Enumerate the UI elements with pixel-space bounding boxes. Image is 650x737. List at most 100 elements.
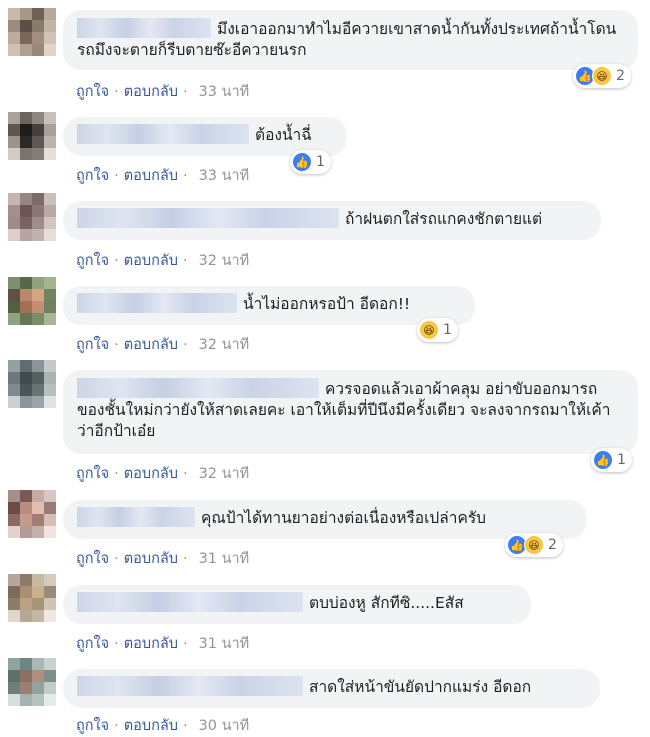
avatar-pixel	[8, 124, 20, 136]
avatar-pixel	[8, 670, 20, 682]
reaction-summary[interactable]: 👍 1	[591, 448, 632, 472]
like-link[interactable]: ถูกใจ	[76, 466, 109, 482]
like-link[interactable]: ถูกใจ	[76, 636, 109, 652]
separator: ·	[114, 551, 119, 567]
avatar-pixel	[8, 44, 20, 56]
blurred-author-name[interactable]	[77, 592, 303, 612]
avatar-pixel	[44, 574, 56, 586]
comment-time[interactable]: 32 นาที	[199, 253, 250, 269]
avatar-pixel	[44, 112, 56, 124]
avatar-pixel	[44, 694, 56, 706]
avatar-pixel	[8, 313, 20, 325]
comment-time[interactable]: 31 นาที	[199, 636, 250, 652]
avatar-pixel	[8, 277, 20, 289]
blurred-author-name[interactable]	[77, 507, 195, 527]
reply-link[interactable]: ตอบกลับ	[124, 718, 178, 734]
avatar-pixel	[32, 289, 44, 301]
blurred-author-name[interactable]	[77, 378, 319, 398]
avatar[interactable]	[8, 277, 56, 325]
avatar-pixel	[32, 682, 44, 694]
reply-link[interactable]: ตอบกลับ	[124, 636, 178, 652]
avatar-pixel	[32, 313, 44, 325]
comment-actions: ถูกใจ · ตอบกลับ · 31 นาที	[76, 632, 249, 655]
reply-link[interactable]: ตอบกลับ	[124, 466, 178, 482]
like-link[interactable]: ถูกใจ	[76, 551, 109, 567]
reaction-summary[interactable]: 👍 😆 2	[505, 533, 563, 557]
like-link[interactable]: ถูกใจ	[76, 168, 109, 184]
comment-time[interactable]: 30 นาที	[199, 718, 250, 734]
avatar-pixel	[32, 20, 44, 32]
avatar-pixel	[44, 44, 56, 56]
separator: ·	[114, 168, 119, 184]
avatar-pixel	[8, 148, 20, 160]
avatar-pixel	[8, 360, 20, 372]
separator: ·	[182, 718, 188, 734]
avatar-pixel	[20, 384, 32, 396]
avatar-pixel	[44, 384, 56, 396]
comment-time[interactable]: 33 นาที	[199, 84, 250, 100]
comment-time[interactable]: 32 นาที	[199, 466, 250, 482]
blurred-author-name[interactable]	[77, 124, 249, 144]
avatar-pixel	[8, 229, 20, 241]
comment-time[interactable]: 33 นาที	[199, 168, 250, 184]
avatar[interactable]	[8, 193, 56, 241]
avatar-pixel	[32, 372, 44, 384]
avatar[interactable]	[8, 658, 56, 706]
reply-link[interactable]: ตอบกลับ	[124, 253, 178, 269]
avatar-pixel	[20, 32, 32, 44]
separator: ·	[114, 466, 119, 482]
haha-icon: 😆	[419, 320, 439, 340]
comment-bubble: มึงเอาออกมาทำไมอีควายเขาสาดน้ำกันทั้งประ…	[63, 10, 638, 70]
avatar-pixel	[20, 124, 32, 136]
blurred-author-name[interactable]	[77, 18, 211, 38]
like-link[interactable]: ถูกใจ	[76, 337, 109, 353]
avatar-pixel	[20, 313, 32, 325]
reaction-summary[interactable]: 👍 😆 2	[573, 64, 631, 88]
avatar-pixel	[44, 148, 56, 160]
avatar[interactable]	[8, 360, 56, 408]
avatar-pixel	[32, 598, 44, 610]
comment-time[interactable]: 32 นาที	[199, 337, 250, 353]
reaction-count: 1	[443, 322, 452, 338]
avatar-pixel	[20, 574, 32, 586]
avatar-pixel	[20, 490, 32, 502]
separator: ·	[114, 636, 119, 652]
avatar-pixel	[44, 301, 56, 313]
avatar-pixel	[44, 205, 56, 217]
reply-link[interactable]: ตอบกลับ	[124, 337, 178, 353]
avatar-pixel	[44, 20, 56, 32]
avatar-pixel	[32, 526, 44, 538]
avatar[interactable]	[8, 8, 56, 56]
comment-actions: ถูกใจ · ตอบกลับ · 31 นาที	[76, 547, 249, 570]
avatar-pixel	[32, 8, 44, 20]
avatar-pixel	[20, 148, 32, 160]
avatar-pixel	[8, 384, 20, 396]
avatar[interactable]	[8, 490, 56, 538]
reaction-summary[interactable]: 👍 1	[290, 150, 331, 174]
reaction-summary[interactable]: 😆 1	[417, 318, 458, 342]
separator: ·	[114, 84, 119, 100]
reply-link[interactable]: ตอบกลับ	[124, 84, 178, 100]
avatar-pixel	[32, 217, 44, 229]
reply-link[interactable]: ตอบกลับ	[124, 551, 178, 567]
avatar[interactable]	[8, 112, 56, 160]
reply-link[interactable]: ตอบกลับ	[124, 168, 178, 184]
avatar-pixel	[8, 136, 20, 148]
avatar-pixel	[32, 44, 44, 56]
avatar-pixel	[20, 598, 32, 610]
avatar[interactable]	[8, 574, 56, 622]
blurred-author-name[interactable]	[77, 676, 303, 696]
separator: ·	[182, 337, 188, 353]
like-link[interactable]: ถูกใจ	[76, 253, 109, 269]
blurred-author-name[interactable]	[77, 208, 339, 228]
comment-time[interactable]: 31 นาที	[199, 551, 250, 567]
avatar-pixel	[20, 526, 32, 538]
blurred-author-name[interactable]	[77, 293, 237, 313]
avatar-pixel	[20, 586, 32, 598]
separator: ·	[182, 466, 188, 482]
like-link[interactable]: ถูกใจ	[76, 84, 109, 100]
avatar-pixel	[32, 124, 44, 136]
like-link[interactable]: ถูกใจ	[76, 718, 109, 734]
avatar-pixel	[32, 586, 44, 598]
avatar-pixel	[20, 694, 32, 706]
